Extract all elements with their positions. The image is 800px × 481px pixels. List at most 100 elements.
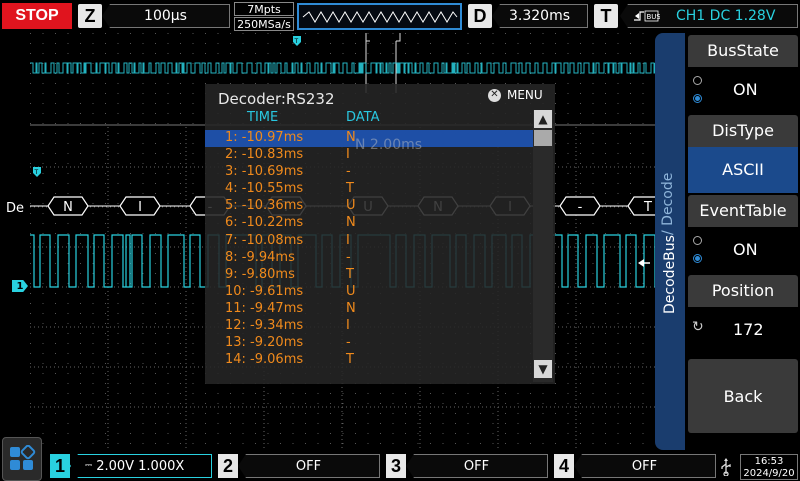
ch2-button[interactable]: 2	[218, 454, 238, 478]
row-data: I	[346, 318, 350, 334]
svg-text:T: T	[34, 169, 39, 176]
home-menu-button[interactable]	[2, 437, 42, 481]
row-data: U	[346, 198, 356, 214]
svg-text:BUS: BUS	[647, 13, 661, 21]
row-time: 5: -10.36ms	[225, 198, 304, 214]
back-button[interactable]: Back	[688, 359, 798, 433]
rotate-knob-icon: ↻	[692, 319, 704, 335]
decode-menu-tab[interactable]: DecodeBus / Decode	[655, 33, 685, 450]
table-row[interactable]: 10: -9.61ms U	[205, 284, 533, 301]
ch3-settings[interactable]: OFF	[406, 454, 548, 478]
event-table-softkey[interactable]: EventTable ON	[688, 195, 798, 273]
row-data: -	[346, 249, 351, 265]
row-time: 10: -9.61ms	[225, 283, 304, 299]
svg-text:T: T	[294, 38, 299, 45]
timebase-value[interactable]: 100µs	[102, 4, 230, 28]
scroll-thumb[interactable]	[534, 130, 552, 146]
scroll-up-icon[interactable]: ▲	[534, 110, 552, 128]
row-data: I	[346, 147, 350, 163]
display-type-softkey[interactable]: DisType ASCII	[688, 115, 798, 193]
delay-key[interactable]: D	[468, 4, 492, 28]
row-time: 12: -9.34ms	[225, 318, 304, 334]
table-row[interactable]: 4: -10.55ms T	[205, 181, 533, 198]
table-row[interactable]: 11: -9.47ms N	[205, 301, 533, 318]
col-header-data: DATA	[346, 110, 380, 125]
ch3-button[interactable]: 3	[386, 454, 406, 478]
decoder-rows: 1: -10.97ms N 2: -10.83ms I 3: -10.69ms -4: -…	[205, 130, 533, 369]
bus-frame-char: -	[578, 200, 583, 215]
bus-state-value: ON	[733, 80, 758, 99]
system-clock: 16:53 2024/9/20	[740, 454, 798, 480]
trigger-source-text: CH1 DC 1.28V	[676, 8, 776, 24]
table-row[interactable]: 8: -9.94ms -	[205, 250, 533, 267]
ch1-ground-marker[interactable]: 1	[12, 280, 28, 292]
bottom-bar: 1 ⎓ 2.00V 1.000X 2 OFF 3 OFF 4 OFF 16:53…	[0, 437, 800, 481]
row-data: -	[346, 164, 351, 180]
trigger-key[interactable]: T	[594, 4, 618, 28]
bus-frame-char: N	[63, 200, 73, 215]
run-stop-button[interactable]: STOP	[2, 3, 72, 29]
row-data: T	[346, 352, 354, 368]
col-header-time: TIME	[247, 110, 279, 125]
bus-state-label: BusState	[707, 40, 779, 60]
row-data: N	[346, 300, 356, 316]
row-time: 1: -10.97ms	[225, 130, 304, 145]
zoom-key[interactable]: Z	[78, 4, 102, 28]
table-row[interactable]: 6: -10.22ms N	[205, 215, 533, 232]
row-time: 8: -9.94ms	[225, 249, 295, 265]
position-label: Position	[711, 280, 775, 300]
row-data: N	[346, 215, 356, 231]
row-time: 14: -9.06ms	[225, 352, 304, 368]
row-time: 2: -10.83ms	[225, 147, 304, 163]
left-rail: De 1	[0, 33, 30, 451]
decoder-event-table[interactable]: Decoder:RS232 ✕ MENU TIME DATA 1: -10.97…	[205, 84, 555, 384]
waveform-overview[interactable]	[297, 3, 462, 30]
event-table-value: ON	[733, 240, 758, 259]
row-time: 9: -9.80ms	[225, 266, 295, 282]
decoder-scrollbar[interactable]: ▲ ▼	[533, 110, 553, 382]
row-time: 3: -10.69ms	[225, 164, 304, 180]
row-time: 6: -10.22ms	[225, 215, 304, 231]
position-softkey[interactable]: Position ↻ 172	[688, 275, 798, 353]
sample-rate: 250MSa/s	[234, 17, 294, 31]
row-data: T	[346, 266, 354, 282]
table-row[interactable]: 13: -9.20ms -	[205, 335, 533, 352]
table-row[interactable]: 14: -9.06ms T	[205, 352, 533, 369]
side-menu: DecodeBus / Decode BusState ON DisType A…	[655, 33, 800, 450]
delay-value[interactable]: 3.320ms	[492, 4, 588, 28]
ch1-button[interactable]: 1	[50, 454, 70, 478]
radio-off-icon	[693, 76, 702, 85]
bus-frame-char: T	[643, 200, 652, 215]
table-row[interactable]: 5: -10.36ms U	[205, 198, 533, 215]
usb-icon	[719, 458, 733, 477]
trigger-info[interactable]: BUS CH1 DC 1.28V	[620, 4, 798, 28]
radio-off-icon	[693, 236, 702, 245]
clock-time: 16:53	[754, 456, 784, 467]
row-time: 4: -10.55ms	[225, 181, 304, 197]
clock-date: 2024/9/20	[743, 468, 795, 479]
decoder-title: Decoder:RS232	[218, 90, 335, 108]
table-row[interactable]: 3: -10.69ms -	[205, 164, 533, 181]
menu-tab-sublabel: / Decode	[660, 172, 676, 235]
row-data: U	[346, 283, 356, 299]
ch2-settings[interactable]: OFF	[238, 454, 380, 478]
memory-depth[interactable]: 7Mpts	[234, 2, 294, 16]
row-data: T	[346, 181, 354, 197]
bus-state-softkey[interactable]: BusState ON	[688, 35, 798, 113]
overview-wave	[302, 11, 458, 23]
row-time: 11: -9.47ms	[225, 300, 304, 316]
table-row[interactable]: 7: -10.08ms I	[205, 233, 533, 250]
row-data: I	[346, 232, 350, 248]
table-row[interactable]: 12: -9.34ms I	[205, 318, 533, 335]
ch1-settings[interactable]: ⎓ 2.00V 1.000X	[70, 454, 212, 478]
faded-zoom-readout: N 2.00ms	[355, 137, 423, 153]
close-icon[interactable]: ✕	[488, 88, 501, 102]
ch4-button[interactable]: 4	[554, 454, 574, 478]
row-data: -	[346, 335, 351, 351]
scroll-down-icon[interactable]: ▼	[534, 360, 552, 378]
decoder-menu-button[interactable]: ✕ MENU	[488, 88, 543, 102]
ch4-settings[interactable]: OFF	[574, 454, 716, 478]
ch1-scale: 2.00V 1.000X	[96, 458, 185, 474]
row-time: 7: -10.08ms	[225, 232, 304, 248]
table-row[interactable]: 9: -9.80ms T	[205, 267, 533, 284]
